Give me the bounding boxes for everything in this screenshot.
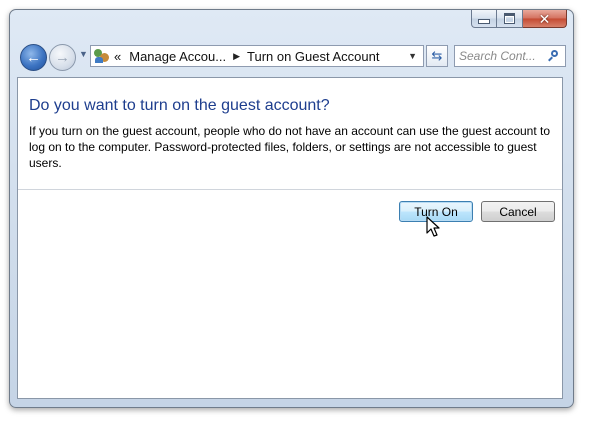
address-dropdown-icon[interactable]: ▼ (408, 51, 417, 61)
guest-account-description: If you turn on the guest account, people… (29, 124, 551, 170)
search-input[interactable] (459, 49, 545, 63)
breadcrumb-item-manage-accounts[interactable]: Manage Accou... (129, 49, 226, 64)
mouse-pointer-icon (426, 216, 440, 237)
refresh-icon: ⇆ (431, 48, 443, 63)
address-bar[interactable]: « Manage Accou... ▶ Turn on Guest Accoun… (90, 45, 424, 67)
breadcrumb-separator-icon[interactable]: ▶ (233, 51, 240, 62)
search-icon[interactable] (548, 50, 560, 62)
navigation-bar: ← → ▼ « Manage Accou... ▶ Turn on Guest … (20, 43, 566, 71)
back-button[interactable]: ← (20, 44, 47, 71)
forward-button[interactable]: → (49, 44, 76, 71)
cancel-button[interactable]: Cancel (481, 201, 555, 222)
refresh-button[interactable]: ⇆ (426, 45, 448, 67)
page-title: Do you want to turn on the guest account… (29, 97, 330, 114)
close-button[interactable]: ✕ (523, 10, 567, 28)
back-arrow-icon: ← (26, 49, 41, 66)
minimize-icon (478, 19, 490, 24)
recent-pages-dropdown[interactable]: ▼ (79, 49, 88, 59)
divider (18, 189, 562, 190)
search-box (454, 45, 566, 67)
user-accounts-icon (94, 48, 110, 64)
maximize-button[interactable] (497, 10, 523, 28)
minimize-button[interactable] (471, 10, 497, 28)
content-pane: Do you want to turn on the guest account… (17, 77, 563, 399)
breadcrumb-overflow[interactable]: « (114, 49, 121, 64)
close-icon: ✕ (538, 10, 551, 27)
maximize-icon (504, 13, 515, 24)
control-panel-window: ✕ ← → ▼ « Manage Accou... ▶ Turn on Gues… (9, 9, 574, 408)
breadcrumb-item-turn-on-guest[interactable]: Turn on Guest Account (247, 49, 379, 64)
forward-arrow-icon: → (55, 49, 70, 66)
caption-buttons: ✕ (471, 10, 567, 28)
